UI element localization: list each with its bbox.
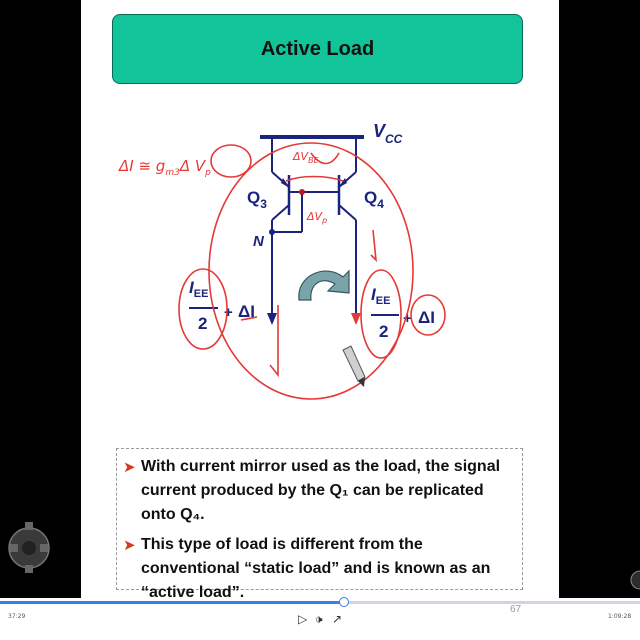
fullscreen-icon[interactable]: ↗ <box>332 612 342 626</box>
right-current-expression: IEE 2 + ΔI <box>371 285 435 341</box>
svg-text:IEE: IEE <box>371 285 390 307</box>
play-icon[interactable]: ▷ <box>298 612 307 626</box>
page-number: 67 <box>510 604 522 615</box>
svg-text:ΔI: ΔI <box>418 308 435 327</box>
bullet-text: With current mirror used as the load, th… <box>141 458 501 523</box>
bullet-arrow-icon: ➤ <box>123 536 136 554</box>
svg-text:IEE: IEE <box>189 278 208 300</box>
progress-bar[interactable] <box>0 597 640 607</box>
total-time: 1:09:28 <box>608 613 632 620</box>
circuit-diagram: VCC Q3 Q4 N IEE 2 + ΔI IEE 2 + ΔI ΔI ≅ g… <box>118 121 446 400</box>
progress-fill <box>0 601 345 604</box>
navigation-dial-icon[interactable] <box>6 510 52 580</box>
bullet-box: ➤ With current mirror used as the load, … <box>116 448 523 601</box>
bullet-text: This type of load is different from the … <box>141 536 491 601</box>
node-n-label: N <box>253 233 265 250</box>
volume-icon[interactable]: 🕩 <box>315 612 323 626</box>
slide-title-bar: Active Load <box>112 14 523 84</box>
bullet-item: ➤ This type of load is different from th… <box>123 533 514 605</box>
annotation-vp: ΔVp <box>306 210 327 225</box>
annotation-vbe: ΔVBE <box>292 150 320 165</box>
bullet-item: ➤ With current mirror used as the load, … <box>123 455 514 527</box>
current-time: 37:29 <box>8 613 26 620</box>
rotation-arrow-icon <box>298 269 350 301</box>
edge-handle-icon[interactable] <box>630 568 640 592</box>
vcc-label: VCC <box>373 121 403 146</box>
q3-label: Q3 <box>247 188 267 211</box>
svg-text:2: 2 <box>198 314 207 333</box>
q4-label: Q4 <box>364 188 384 211</box>
svg-text:+: + <box>224 304 233 321</box>
svg-text:2: 2 <box>379 322 388 341</box>
slide-title: Active Load <box>260 37 375 60</box>
pen-annotations <box>178 142 446 400</box>
pen-cursor-icon <box>342 345 366 387</box>
annotation-gm: ΔI ≅ gm3Δ Vp <box>118 157 211 178</box>
bullet-arrow-icon: ➤ <box>123 458 136 476</box>
